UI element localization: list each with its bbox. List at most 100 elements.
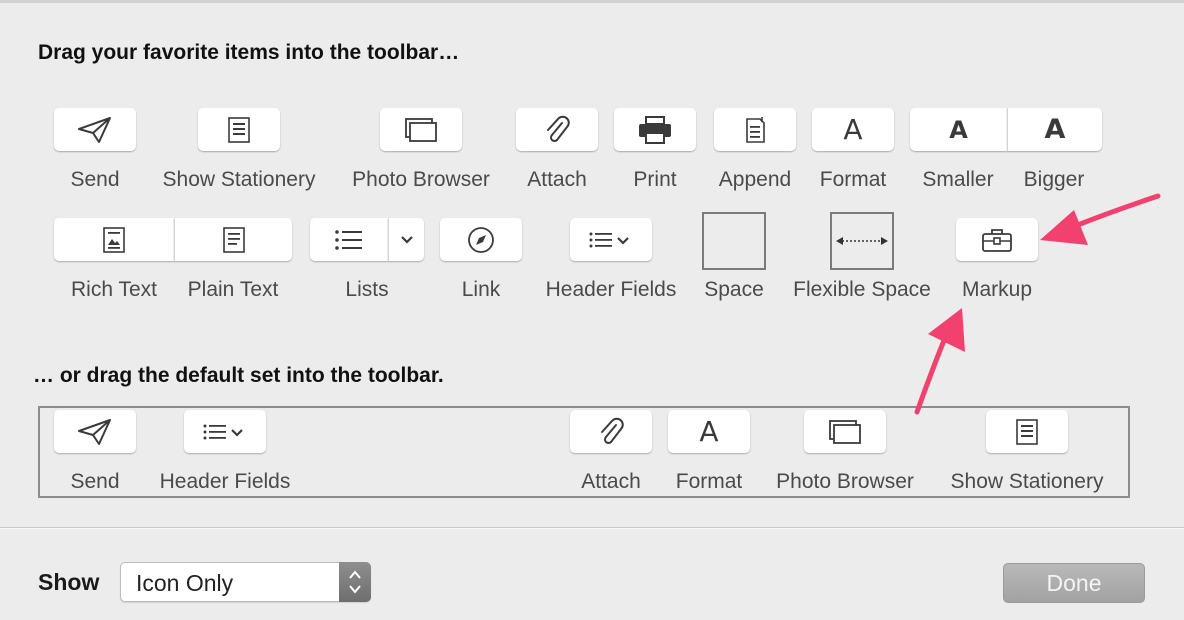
toolbar-item-lists[interactable]: Lists [310, 218, 424, 303]
flexible-space-label: Flexible Space [793, 278, 931, 301]
default-set-heading: … or drag the default set into the toolb… [33, 364, 444, 387]
plain-text-label: Plain Text [187, 278, 279, 301]
default-header-fields-button [184, 410, 266, 453]
bigger-a-icon: A [1044, 114, 1066, 145]
space-placeholder[interactable] [702, 212, 766, 270]
print-button[interactable] [614, 108, 696, 151]
paperclip-icon [601, 417, 624, 444]
default-item-header-fields: Header Fields [160, 410, 290, 495]
toolbar-item-rich-plain-text[interactable]: Rich Text Plain Text [54, 218, 292, 303]
rich-text-button[interactable] [54, 218, 174, 261]
format-button[interactable]: A [812, 108, 894, 151]
show-label: Show [38, 569, 100, 595]
default-photo-browser-button [804, 410, 886, 453]
window-top-edge [0, 0, 1184, 3]
show-stationery-button[interactable] [198, 108, 280, 151]
toolbar-item-markup[interactable]: Markup [956, 218, 1038, 303]
send-label: Send [70, 168, 120, 191]
default-send-label: Send [70, 470, 120, 493]
smaller-a-icon: A [949, 115, 968, 144]
photo-browser-label: Photo Browser [352, 168, 490, 191]
rich-text-label: Rich Text [71, 278, 157, 301]
attach-button[interactable] [516, 108, 598, 151]
plain-text-button[interactable] [174, 218, 292, 261]
default-send-button [54, 410, 136, 453]
list-icon [335, 229, 362, 250]
markup-label: Markup [961, 278, 1033, 301]
print-label: Print [633, 168, 677, 191]
favorites-heading: Drag your favorite items into the toolba… [38, 41, 460, 64]
default-attach-label: Attach [581, 470, 641, 493]
toolbar-item-link[interactable]: Link [440, 218, 522, 303]
default-photo-browser-label: Photo Browser [776, 470, 914, 493]
list-chevron-icon [589, 232, 629, 247]
format-a-icon: A [699, 414, 719, 448]
default-attach-button [570, 410, 652, 453]
toolbar-item-send[interactable]: Send [54, 108, 136, 193]
header-fields-button[interactable] [570, 218, 652, 261]
chevron-down-icon [400, 235, 413, 244]
append-document-icon [746, 116, 765, 143]
toolbar-item-append[interactable]: Append [714, 108, 796, 193]
lists-button[interactable] [310, 218, 388, 261]
photo-stack-icon [405, 117, 437, 142]
photo-stack-icon [829, 419, 861, 444]
list-chevron-icon [203, 424, 243, 439]
arrow-right-to-markup [1040, 193, 1161, 245]
default-show-stationery-label: Show Stationery [950, 470, 1104, 493]
toolbar-item-space[interactable]: Space [702, 212, 766, 303]
lists-menu-button[interactable] [388, 218, 424, 261]
toolbox-icon [982, 228, 1012, 252]
stationery-icon [228, 116, 250, 143]
default-format-label: Format [675, 470, 743, 493]
paper-plane-icon [78, 418, 111, 445]
default-item-send: Send [54, 410, 136, 495]
lists-label: Lists [345, 278, 389, 301]
toolbar-item-print[interactable]: Print [614, 108, 696, 193]
toolbar-item-flexible-space[interactable]: Flexible Space [793, 212, 931, 303]
space-label: Space [704, 278, 764, 301]
default-show-stationery-button [986, 410, 1068, 453]
append-button[interactable] [714, 108, 796, 151]
append-label: Append [718, 168, 792, 191]
default-item-photo-browser: Photo Browser [776, 410, 914, 495]
default-item-attach: Attach [570, 410, 652, 495]
toolbar-item-photo-browser[interactable]: Photo Browser [352, 108, 490, 193]
default-item-format: A Format [668, 410, 750, 495]
toolbar-item-header-fields[interactable]: Header Fields [546, 218, 676, 303]
plain-text-icon [222, 226, 245, 253]
select-stepper[interactable] [339, 562, 371, 602]
photo-browser-button[interactable] [380, 108, 462, 151]
compass-icon [468, 226, 494, 253]
double-arrow-icon [836, 237, 888, 245]
stationery-icon [1016, 418, 1038, 445]
default-header-fields-label: Header Fields [159, 470, 291, 493]
toolbar-item-show-stationery[interactable]: Show Stationery [163, 108, 315, 193]
flexible-space-placeholder[interactable] [830, 212, 894, 270]
printer-icon [639, 115, 671, 144]
format-a-icon: A [843, 112, 863, 146]
bigger-button[interactable]: A [1007, 108, 1102, 151]
smaller-button[interactable]: A [910, 108, 1007, 151]
markup-button[interactable] [956, 218, 1038, 261]
toolbar-item-attach[interactable]: Attach [516, 108, 598, 193]
default-item-show-stationery: Show Stationery [951, 410, 1103, 495]
done-button[interactable]: Done [1003, 563, 1145, 603]
format-label: Format [819, 168, 887, 191]
show-mode-select[interactable]: Icon Only [120, 562, 371, 602]
arrow-up-to-markup [914, 308, 965, 415]
default-format-button: A [668, 410, 750, 453]
bigger-label: Bigger [1023, 168, 1085, 191]
link-button[interactable] [440, 218, 522, 261]
toolbar-item-format[interactable]: A Format [812, 108, 894, 193]
rich-text-icon [103, 226, 125, 253]
toolbar-item-smaller-bigger[interactable]: A A Smaller Bigger [910, 108, 1102, 193]
paper-plane-icon [78, 116, 111, 143]
show-mode-value: Icon Only [136, 570, 234, 596]
footer-divider-highlight [0, 528, 1184, 529]
send-button[interactable] [54, 108, 136, 151]
show-stationery-label: Show Stationery [162, 168, 316, 191]
link-label: Link [461, 278, 501, 301]
smaller-label: Smaller [922, 168, 994, 191]
attach-label: Attach [527, 168, 587, 191]
